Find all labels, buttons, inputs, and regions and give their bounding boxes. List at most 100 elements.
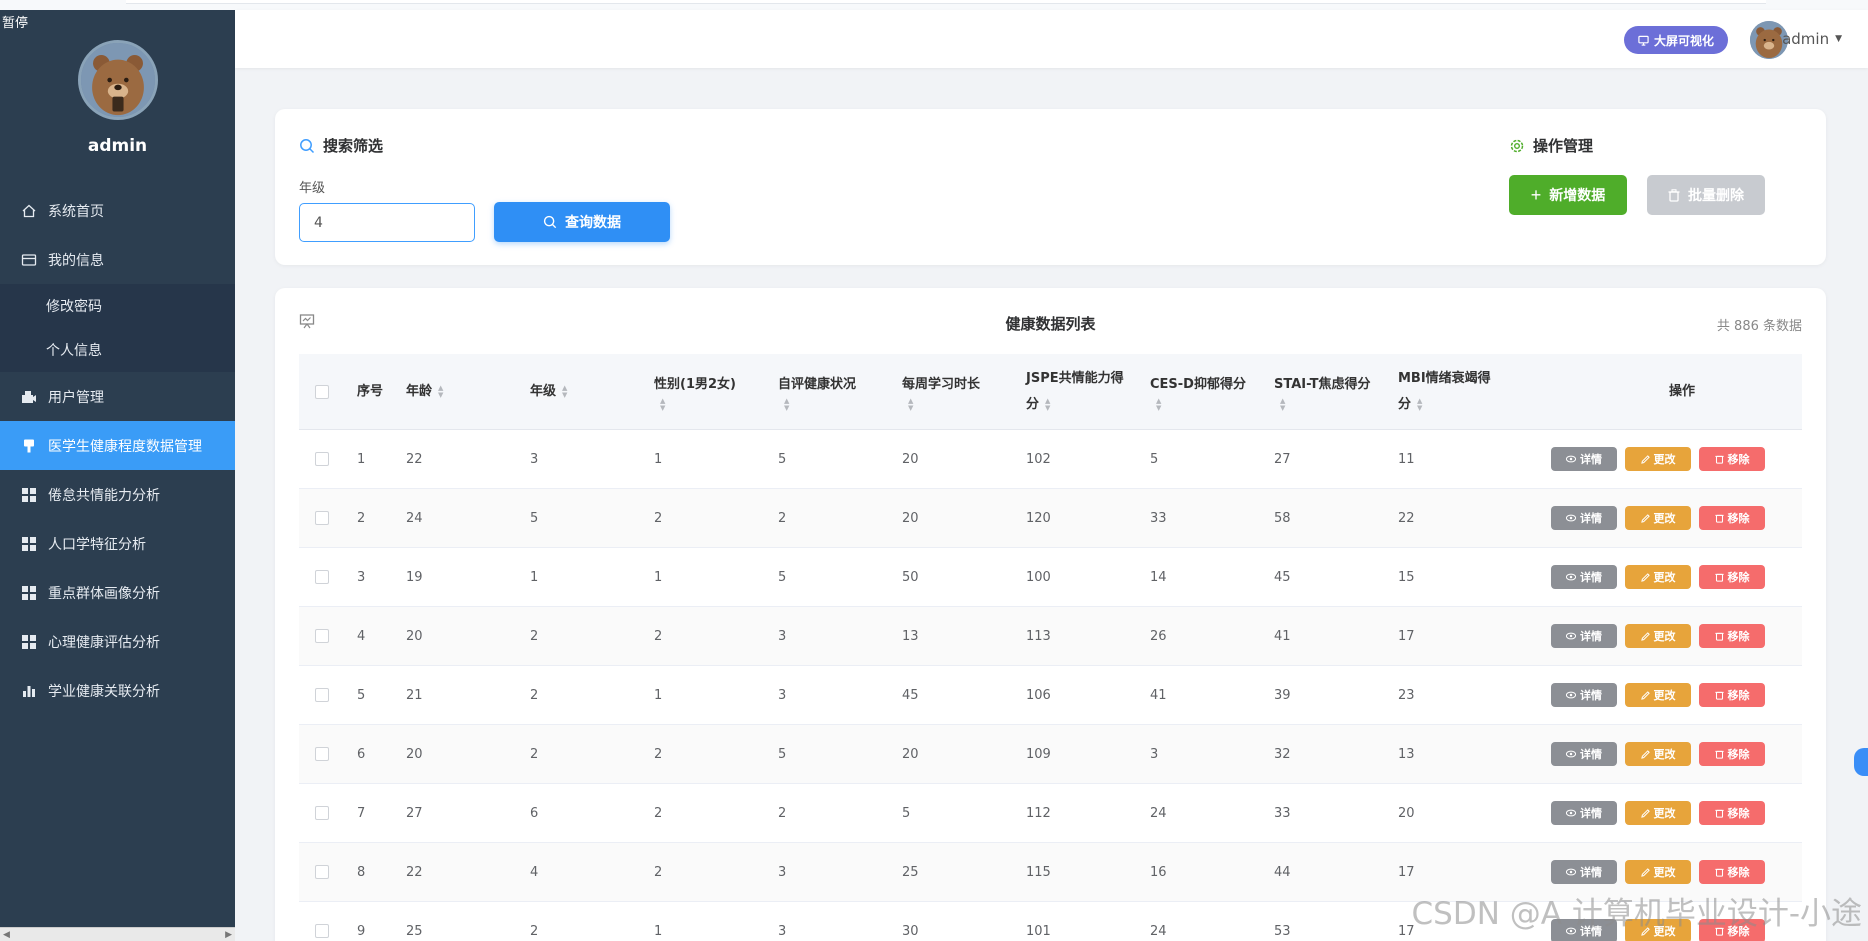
trash-icon [1714, 513, 1724, 523]
sidebar-item-health-data-management[interactable]: 医学生健康程度数据管理 [0, 421, 235, 470]
edit-button[interactable]: 更改 [1625, 742, 1691, 766]
col-cesd[interactable]: CES-D抑郁得分 ▲ ▼ [1150, 354, 1246, 430]
sort-icon[interactable]: ▲ ▼ [562, 385, 567, 399]
detail-button[interactable]: 详情 [1551, 565, 1617, 589]
user-dropdown[interactable]: admin ▼ [1782, 30, 1842, 48]
trash-icon [1714, 867, 1724, 877]
detail-button-label: 详情 [1580, 513, 1602, 525]
edit-button[interactable]: 更改 [1625, 565, 1691, 589]
detail-button[interactable]: 详情 [1551, 742, 1617, 766]
col-self-health[interactable]: 自评健康状况 ▲ ▼ [778, 354, 856, 430]
sort-icon[interactable]: ▲ ▼ [1045, 397, 1050, 412]
remove-button[interactable]: 移除 [1699, 565, 1765, 589]
cell-jspe: 113 [1026, 629, 1051, 644]
cell-mbi: 23 [1398, 688, 1415, 703]
sidebar-item-home[interactable]: 系统首页 [0, 186, 235, 235]
sort-icon[interactable]: ▲ ▼ [908, 398, 913, 412]
detail-button-label: 详情 [1580, 690, 1602, 702]
detail-button[interactable]: 详情 [1551, 860, 1617, 884]
sidebar-item-label: 系统首页 [48, 203, 104, 220]
remove-button[interactable]: 移除 [1699, 624, 1765, 648]
remove-button-label: 移除 [1727, 631, 1750, 643]
row-checkbox[interactable] [315, 747, 329, 761]
query-button[interactable]: 查询数据 [494, 202, 670, 242]
edit-button[interactable]: 更改 [1625, 624, 1691, 648]
remove-button[interactable]: 移除 [1699, 447, 1765, 471]
sort-icon[interactable]: ▲ ▼ [660, 398, 665, 412]
row-checkbox[interactable] [315, 570, 329, 584]
cell-jspe: 112 [1026, 806, 1051, 821]
sort-icon[interactable]: ▲ ▼ [1280, 398, 1285, 412]
sidebar-item-label: 重点群体画像分析 [48, 585, 160, 602]
sort-icon[interactable]: ▲ ▼ [1417, 397, 1422, 412]
detail-button-label: 详情 [1580, 454, 1602, 466]
batch-delete-button[interactable]: 批量删除 [1647, 175, 1765, 215]
edit-button[interactable]: 更改 [1625, 860, 1691, 884]
sidebar-item-user-management[interactable]: 用户管理 [0, 372, 235, 421]
corner-tag: 暂停 [0, 12, 31, 31]
cell-hours: 20 [902, 747, 919, 762]
edit-button[interactable]: 更改 [1625, 506, 1691, 530]
row-checkbox[interactable] [315, 511, 329, 525]
remove-button[interactable]: 移除 [1699, 801, 1765, 825]
cell-age: 22 [406, 452, 423, 467]
detail-button[interactable]: 详情 [1551, 447, 1617, 471]
col-study-hours[interactable]: 每周学习时长 ▲ ▼ [902, 354, 980, 430]
detail-button[interactable]: 详情 [1551, 801, 1617, 825]
select-all-checkbox[interactable] [315, 385, 329, 399]
sidebar-item-burnout-empathy-analysis[interactable]: 倦怠共情能力分析 [0, 470, 235, 519]
edit-button[interactable]: 更改 [1625, 801, 1691, 825]
row-actions: 详情 更改 移除 [1551, 683, 1765, 707]
big-screen-button[interactable]: 大屏可视化 [1623, 26, 1728, 54]
col-mbi[interactable]: MBI情绪衰竭得 分 ▲ ▼ [1398, 354, 1491, 430]
scroll-left-icon[interactable]: ◀ [3, 930, 10, 940]
table-row: 5 21 2 1 3 45 106 41 39 23 详情 更改 移除 [299, 666, 1802, 725]
eye-icon [1566, 691, 1576, 699]
col-age[interactable]: 年龄 ▲ ▼ [406, 354, 443, 430]
col-jspe[interactable]: JSPE共情能力得 分 ▲ ▼ [1026, 354, 1124, 430]
sidebar-item-academic-health-analysis[interactable]: 学业健康关联分析 [0, 666, 235, 715]
row-checkbox[interactable] [315, 865, 329, 879]
cell-age: 19 [406, 570, 423, 585]
table-row: 7 27 6 2 2 5 112 24 33 20 详情 更改 移除 [299, 784, 1802, 843]
avatar[interactable] [77, 40, 158, 120]
sort-icon[interactable]: ▲ ▼ [784, 398, 789, 412]
row-checkbox[interactable] [315, 629, 329, 643]
sidebar-horizontal-scrollbar[interactable]: ◀ ▶ [0, 927, 235, 941]
cell-grade: 4 [530, 865, 539, 880]
edit-button[interactable]: 更改 [1625, 683, 1691, 707]
cell-mbi: 11 [1398, 452, 1415, 467]
cell-idx: 3 [357, 570, 366, 585]
scroll-right-icon[interactable]: ▶ [225, 930, 232, 940]
floating-side-button[interactable] [1854, 748, 1868, 776]
sidebar-item-demographics-analysis[interactable]: 人口学特征分析 [0, 519, 235, 568]
sort-icon[interactable]: ▲ ▼ [1156, 398, 1161, 412]
remove-button[interactable]: 移除 [1699, 506, 1765, 530]
col-gender[interactable]: 性别(1男2女) ▲ ▼ [654, 354, 736, 430]
sidebar-item-change-password[interactable]: 修改密码 [0, 284, 235, 328]
trash-icon [1714, 572, 1724, 582]
sidebar-item-personal-info[interactable]: 个人信息 [0, 328, 235, 372]
remove-button[interactable]: 移除 [1699, 742, 1765, 766]
detail-button[interactable]: 详情 [1551, 624, 1617, 648]
row-checkbox[interactable] [315, 924, 329, 938]
remove-button[interactable]: 移除 [1699, 860, 1765, 884]
detail-button[interactable]: 详情 [1551, 506, 1617, 530]
row-checkbox[interactable] [315, 452, 329, 466]
edit-button[interactable]: 更改 [1625, 447, 1691, 471]
col-grade[interactable]: 年级 ▲ ▼ [530, 354, 567, 430]
row-checkbox[interactable] [315, 806, 329, 820]
col-stai[interactable]: STAI-T焦虑得分 ▲ ▼ [1274, 354, 1370, 430]
sidebar-item-mental-health-analysis[interactable]: 心理健康评估分析 [0, 617, 235, 666]
search-card: 搜索筛选 年级 查询数据 操作管理 + 新增数据 批量删除 [275, 109, 1826, 265]
sort-icon[interactable]: ▲ ▼ [438, 385, 443, 399]
remove-button-label: 移除 [1727, 454, 1750, 466]
add-data-button[interactable]: + 新增数据 [1509, 175, 1627, 215]
row-checkbox[interactable] [315, 688, 329, 702]
sidebar-item-my-info[interactable]: 我的信息 [0, 235, 235, 284]
remove-button[interactable]: 移除 [1699, 683, 1765, 707]
sidebar-item-key-group-portrait[interactable]: 重点群体画像分析 [0, 568, 235, 617]
detail-button[interactable]: 详情 [1551, 683, 1617, 707]
grade-input[interactable] [299, 203, 475, 242]
gear-icon [1510, 139, 1524, 152]
